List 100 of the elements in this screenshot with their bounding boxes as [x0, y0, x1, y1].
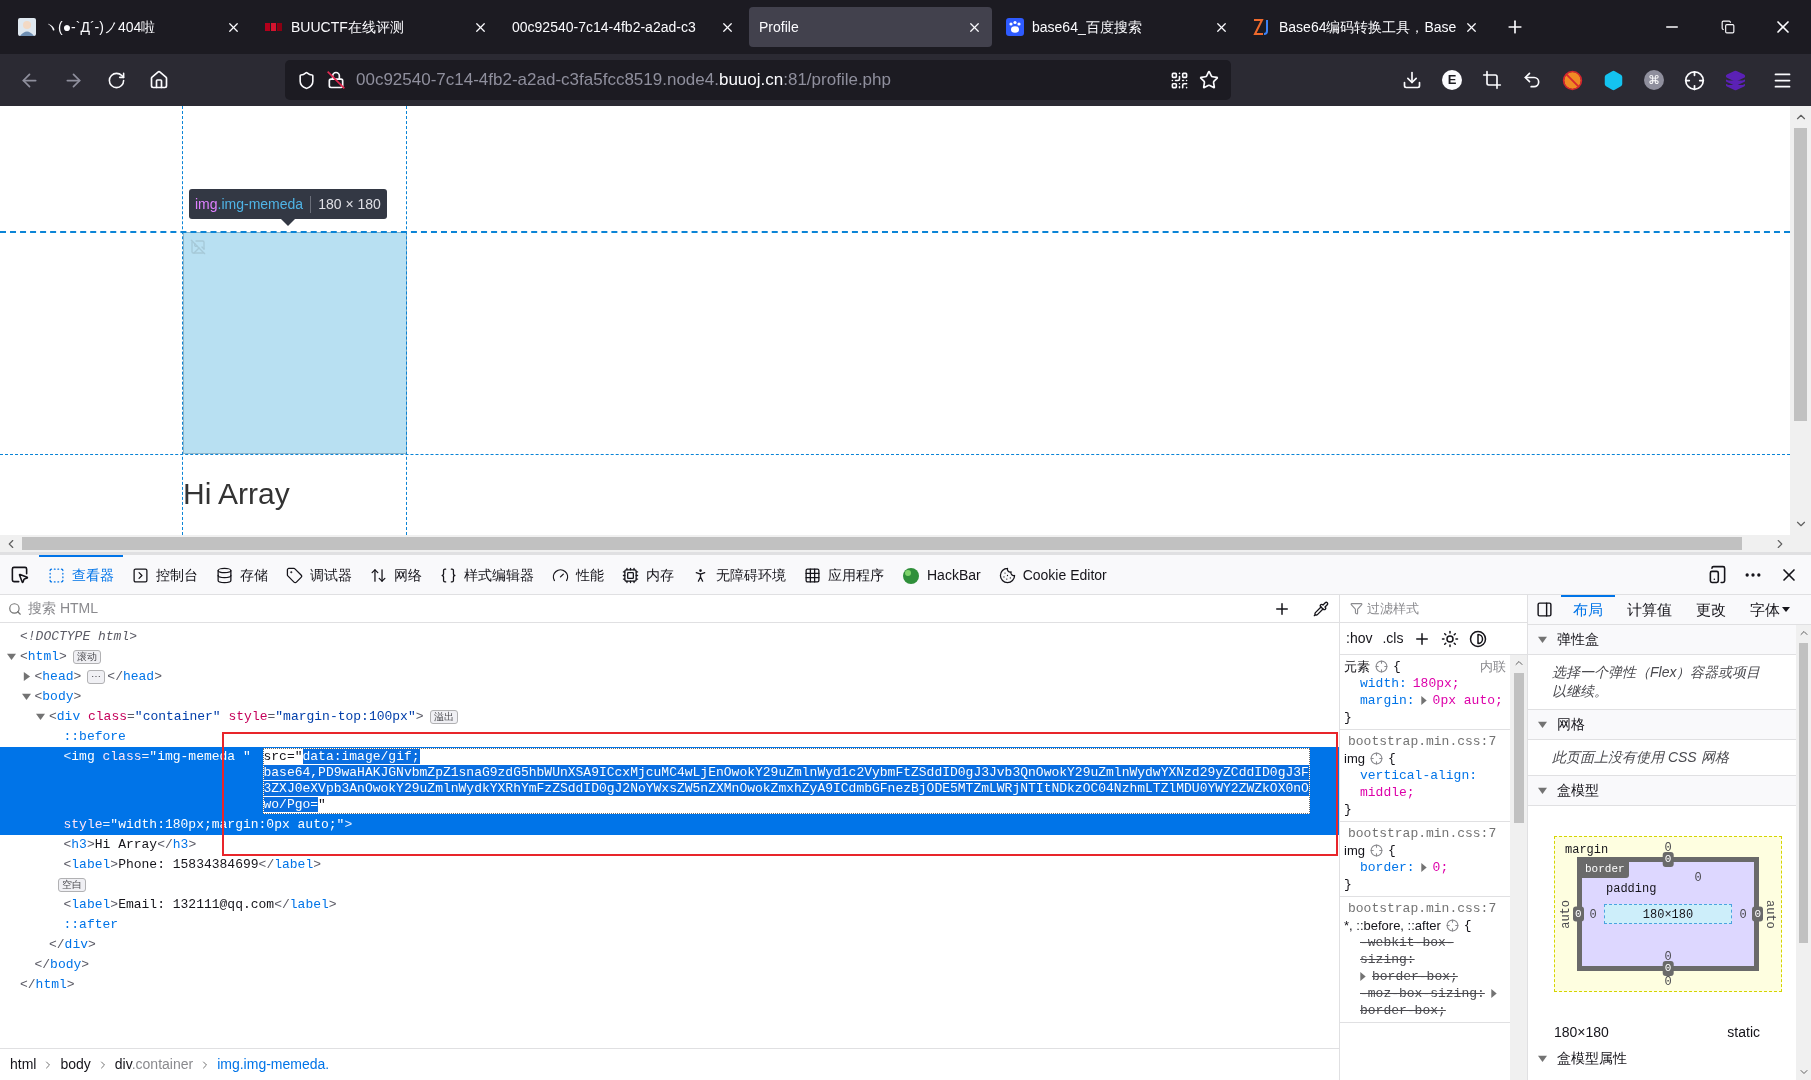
crop-icon[interactable] — [1482, 70, 1502, 90]
sun-icon[interactable] — [1441, 629, 1460, 648]
star-icon[interactable] — [1199, 70, 1219, 90]
contrast-icon[interactable] — [1469, 629, 1488, 648]
devtools-tab[interactable]: 内存 — [613, 555, 683, 594]
browser-tab[interactable]: ヽ(●-`Д´-)ノ404啦 — [8, 7, 251, 47]
download-icon[interactable] — [1402, 70, 1422, 90]
disclosure-triangle-icon[interactable] — [1538, 786, 1547, 795]
expand-triangle-icon[interactable] — [1490, 989, 1497, 998]
box-value[interactable]: auto — [1761, 899, 1779, 929]
reload-icon[interactable] — [107, 70, 126, 90]
crossed-lock-icon[interactable] — [326, 70, 346, 90]
box-value[interactable]: 0 — [1664, 975, 1672, 989]
expand-triangle-icon[interactable] — [1360, 972, 1366, 981]
selected-node-highlight[interactable] — [0, 747, 1339, 835]
browser-tab[interactable]: Base64编码转换工具，Base — [1243, 7, 1490, 47]
scrollbar[interactable] — [1510, 655, 1527, 1080]
disclosure-triangle-icon[interactable] — [21, 672, 31, 681]
section-header[interactable]: 盒模型 — [1528, 776, 1796, 806]
hover-toggle[interactable]: :hov — [1346, 628, 1373, 649]
sidebar-toggle-icon[interactable] — [1536, 601, 1553, 618]
css-property[interactable]: -webkit-box-sizing: — [1360, 934, 1506, 968]
devtools-tab[interactable]: HackBar — [893, 555, 990, 594]
css-value[interactable]: middle; — [1360, 784, 1415, 801]
breadcrumb[interactable]: div.container — [114, 1054, 194, 1075]
sidebar-tab[interactable]: 计算值 — [1615, 595, 1684, 624]
scrollbar[interactable] — [1796, 625, 1811, 1080]
expand-triangle-icon[interactable] — [1420, 863, 1427, 872]
rule-source[interactable]: bootstrap.min.css:7 — [1344, 733, 1506, 750]
css-property[interactable]: margin: — [1360, 692, 1415, 709]
scrollbar-thumb[interactable] — [1799, 643, 1808, 943]
devtools-tab[interactable]: 查看器 — [39, 555, 123, 594]
markup-line[interactable]: ::before — [63, 727, 126, 747]
markup-line[interactable]: <label>Phone: 15834384699</label> — [63, 855, 321, 875]
box-value[interactable]: 0 — [1573, 906, 1584, 922]
section-header[interactable]: 弹性盒 — [1528, 625, 1796, 655]
box-value[interactable]: 0 — [1662, 852, 1674, 867]
css-value[interactable]: 0; — [1432, 859, 1449, 876]
devtools-tab[interactable]: 存储 — [207, 555, 277, 594]
extension-button[interactable]: E — [1442, 70, 1462, 90]
box-value[interactable]: 0 — [1694, 871, 1702, 885]
content-box[interactable]: 180×180 — [1604, 904, 1732, 924]
hexagon-icon[interactable] — [1603, 69, 1624, 91]
disclosure-triangle-icon[interactable] — [21, 692, 31, 701]
section-header[interactable]: 盒模型属性 — [1528, 1047, 1796, 1069]
devtools-tab[interactable]: 应用程序 — [795, 555, 893, 594]
css-property[interactable]: border: — [1360, 859, 1415, 876]
disclosure-triangle-icon[interactable] — [36, 712, 45, 721]
css-property[interactable]: vertical-align: — [1360, 767, 1478, 784]
devtools-tab[interactable]: 样式编辑器 — [431, 555, 543, 594]
box-value[interactable]: 0 — [1752, 906, 1763, 922]
markup-line[interactable]: ::after — [63, 915, 119, 935]
markup-line[interactable]: <!DOCTYPE html> — [20, 627, 138, 647]
sidebar-tab[interactable]: 更改 — [1684, 595, 1738, 624]
scrollbar-thumb[interactable] — [1513, 673, 1524, 823]
node-badge[interactable]: 溢出 — [429, 710, 458, 724]
class-toggle[interactable]: .cls — [1382, 628, 1404, 649]
markup-line[interactable]: <body> — [34, 687, 82, 707]
rule-source[interactable]: bootstrap.min.css:7 — [1344, 825, 1506, 842]
home-icon[interactable] — [149, 70, 169, 90]
box-value[interactable]: 0 — [1664, 950, 1672, 964]
url-text[interactable]: 00c92540-7c14-4fb2-a2ad-c3fa5fcc8519.node4.buuoj.cn:81/profile.php — [356, 67, 891, 93]
css-value[interactable]: border-box; — [1360, 1002, 1446, 1019]
browser-tab[interactable]: base64_百度搜索 — [996, 7, 1239, 47]
box-value[interactable]: auto — [1557, 899, 1575, 929]
shield-icon[interactable] — [297, 70, 316, 90]
filter-styles-field[interactable]: 过滤样式 — [1367, 598, 1507, 619]
sidebar-tab[interactable]: 字体 — [1738, 595, 1792, 624]
css-property[interactable]: -moz-box-sizing: — [1360, 985, 1485, 1002]
vertical-scrollbar[interactable] — [1790, 106, 1811, 535]
section-header[interactable]: 网格 — [1528, 710, 1796, 740]
box-value[interactable]: 0 — [1589, 908, 1597, 922]
markup-line[interactable]: <label>Email: 132111@qq.com</label> — [63, 895, 337, 915]
attribute-edit-field[interactable]: src="data:image/gif; base64,PD9waHAKJGNvbmZpZ1snaG9zdG5hbWUnXSA9ICcxMjcuMC4wLjEnOwokY29uZmlnWyd1c2VybmFtZSddID0gJ3Jvb3QnOwokY29uZmlnWydwYXNzd29yZCddID0gJ3F 3ZXJ0eXVpb3AnOwokY29uZmlnWydkYXRhYmFzZSddID0gJ2NoYWxsZW5nZXMnOwokZmxhZyA9ICdmbGFnezBjODE5MTZmLWRjNTItNDkzOC04NzhmLTZlMDU0YWY2ZWZkOX0nO wo/Pgo=" — [262, 748, 1310, 814]
dropdown-caret-icon[interactable] — [1782, 606, 1790, 613]
scrollbar-thumb[interactable] — [1794, 128, 1807, 421]
box-value[interactable]: 0 — [1662, 961, 1674, 976]
eyedropper-icon[interactable] — [1313, 600, 1329, 617]
markup-line[interactable]: <head> — [34, 667, 82, 687]
address-bar[interactable]: 00c92540-7c14-4fb2-a2ad-c3fa5fcc8519.node4.buuoj.cn:81/profile.php — [285, 60, 1231, 100]
box-value[interactable]: 0 — [1739, 908, 1747, 922]
devtools-tab[interactable]: 调试器 — [277, 555, 361, 594]
browser-tab[interactable]: Profile — [749, 7, 992, 47]
breadcrumb[interactable]: img.img-memeda. — [217, 1054, 330, 1075]
node-badge[interactable]: ⋯ — [87, 670, 106, 684]
markup-line[interactable]: <h3>Hi Array</h3> — [63, 835, 197, 855]
undo-icon[interactable] — [1522, 70, 1542, 90]
markup-line[interactable]: <html> — [20, 647, 67, 667]
box-value[interactable]: 0 — [1664, 841, 1672, 855]
expand-triangle-icon[interactable] — [1420, 696, 1427, 705]
css-value[interactable]: border-box; — [1372, 968, 1458, 985]
rule-source[interactable]: bootstrap.min.css:7 — [1344, 900, 1506, 917]
breadcrumb[interactable]: html — [10, 1054, 37, 1075]
devtools-tab[interactable]: 性能 — [543, 555, 613, 594]
extension-icon[interactable] — [1562, 69, 1583, 91]
browser-tab[interactable]: BUUCTF在线评测 — [255, 7, 498, 47]
node-badge[interactable]: 空白 — [57, 878, 86, 892]
element-picker-icon[interactable] — [10, 565, 29, 584]
devtools-tab[interactable]: 控制台 — [123, 555, 207, 594]
qr-code-icon[interactable] — [1170, 70, 1189, 90]
